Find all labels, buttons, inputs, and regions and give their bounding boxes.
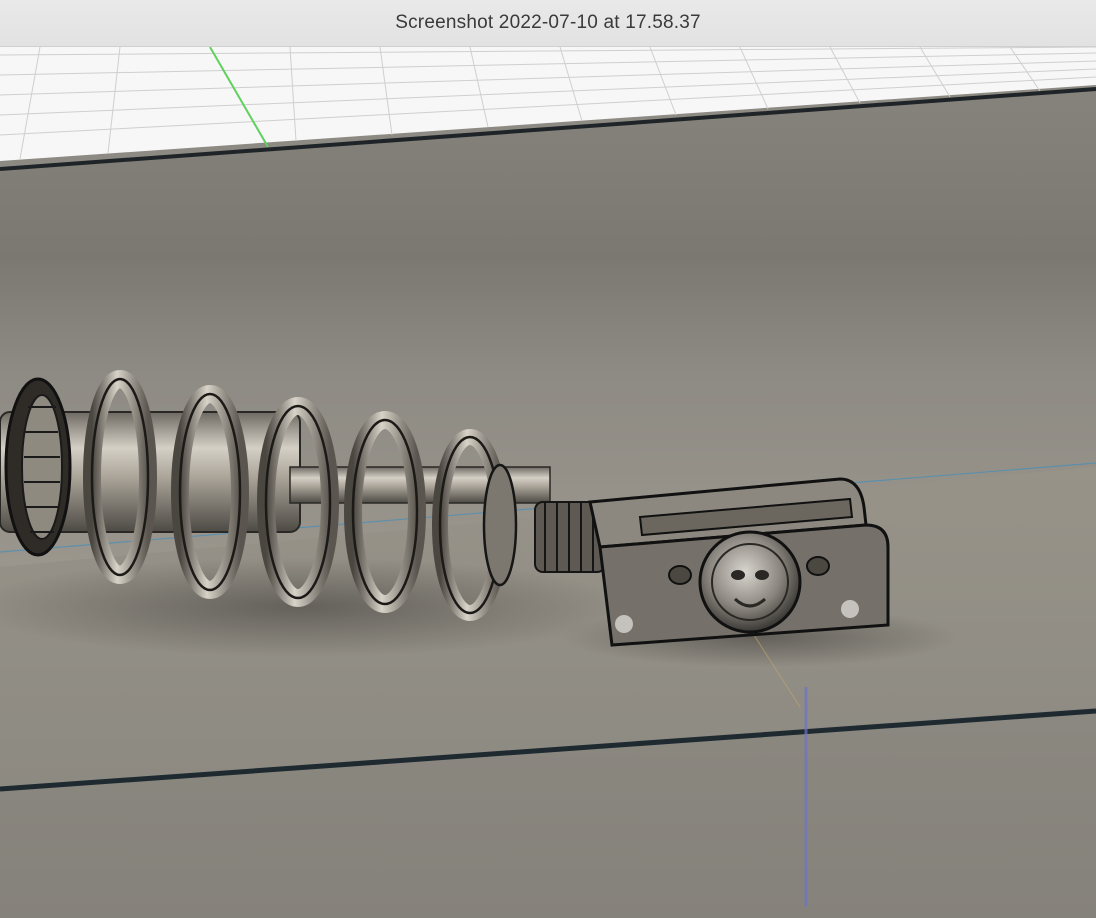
window-title: Screenshot 2022-07-10 at 17.58.37: [395, 12, 701, 33]
window-titlebar[interactable]: Screenshot 2022-07-10 at 17.58.37: [0, 0, 1096, 47]
lower-spring-seat: [482, 463, 518, 587]
lion-medallion: [698, 530, 802, 634]
mounting-bracket[interactable]: [588, 477, 890, 647]
cad-viewport[interactable]: [0, 47, 1096, 918]
cad-scene[interactable]: [0, 47, 1096, 918]
sketch-point-right: [841, 600, 859, 618]
bolt-left: [668, 565, 692, 585]
bolt-right: [806, 556, 830, 576]
screenshot-window: Screenshot 2022-07-10 at 17.58.37: [0, 0, 1096, 918]
sketch-point-left: [615, 615, 633, 633]
